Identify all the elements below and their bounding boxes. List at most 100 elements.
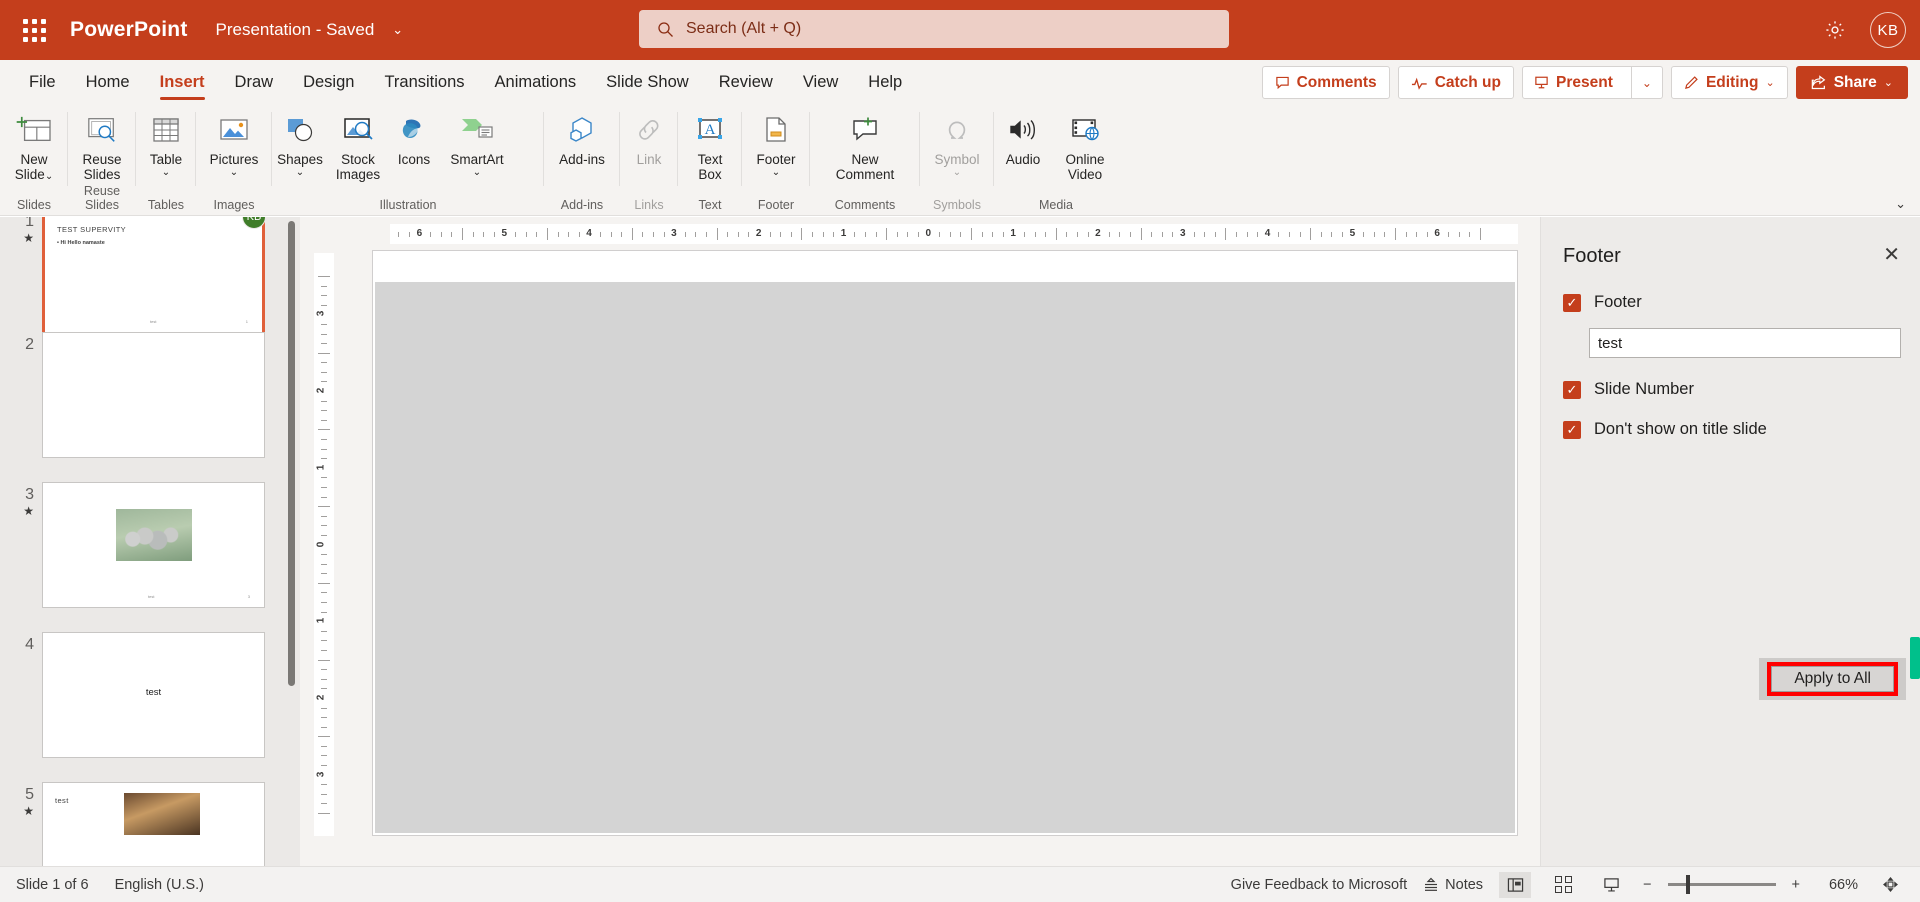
slide-canvas[interactable] [372, 250, 1518, 836]
document-title-chevron-down-icon[interactable]: ⌄ [392, 22, 403, 38]
share-button[interactable]: Share ⌄ [1795, 66, 1908, 99]
pictures-button[interactable]: Pictures ⌄ [196, 104, 272, 179]
dont-show-title-slide-checkbox-row[interactable]: ✓ Don't show on title slide [1563, 420, 1767, 439]
give-feedback-button[interactable]: Give Feedback to Microsoft [1231, 877, 1408, 893]
search-input[interactable]: Search (Alt + Q) [639, 10, 1229, 48]
slide-thumbnail-5[interactable]: test [42, 782, 265, 866]
slide-sorter-button[interactable] [1547, 872, 1579, 898]
ribbon-group-comments: New Comment Comments [810, 104, 920, 216]
ribbon-tab-strip: File Home Insert Draw Design Transitions… [0, 60, 1920, 104]
tab-view[interactable]: View [788, 60, 853, 104]
comments-label: Comments [1296, 73, 1377, 91]
tab-design[interactable]: Design [288, 60, 369, 104]
list-item[interactable]: 3 ★ test 3 [0, 482, 300, 608]
ruler-tick [409, 232, 411, 237]
normal-view-button[interactable] [1499, 871, 1532, 898]
dont-show-title-slide-checkbox[interactable]: ✓ [1563, 420, 1581, 439]
zoom-in-button[interactable]: + [1792, 877, 1800, 893]
audio-button[interactable]: Audio [994, 104, 1052, 167]
slide-content-surface[interactable] [375, 282, 1515, 833]
new-comment-button[interactable]: New Comment [810, 104, 920, 182]
slide-number-checkbox[interactable]: ✓ [1563, 380, 1581, 399]
thumbnail-scrollbar[interactable] [288, 221, 295, 686]
slide-thumbnail-2[interactable] [42, 332, 265, 458]
slide-number-checkbox-row[interactable]: ✓ Slide Number [1563, 380, 1694, 399]
share-chevron-down-icon[interactable]: ⌄ [1884, 76, 1893, 89]
gear-icon[interactable] [1820, 15, 1850, 45]
tab-home[interactable]: Home [71, 60, 145, 104]
zoom-level-label[interactable]: 66% [1816, 877, 1858, 893]
tab-review[interactable]: Review [704, 60, 788, 104]
ruler-tick [321, 496, 327, 498]
slide-thumbnail-3[interactable]: test 3 [42, 482, 265, 608]
symbol-button[interactable]: Symbol ⌄ [920, 104, 994, 179]
ruler-tick [321, 381, 327, 383]
tab-draw[interactable]: Draw [220, 60, 289, 104]
avatar[interactable]: KB [1870, 12, 1906, 48]
ruler-tick [318, 736, 330, 738]
ruler-tick [321, 448, 327, 450]
reuse-slides-button[interactable]: Reuse Slides [68, 104, 136, 182]
apply-to-all-button[interactable]: Apply to All [1771, 666, 1894, 692]
present-chevron-down-icon[interactable]: ⌄ [1630, 67, 1662, 98]
footer-button[interactable]: Footer ⌄ [742, 104, 810, 179]
zoom-slider-thumb[interactable] [1685, 875, 1690, 894]
comments-button[interactable]: Comments [1261, 66, 1390, 99]
pencil-icon [1684, 76, 1698, 89]
tab-slide-show[interactable]: Slide Show [591, 60, 704, 104]
footer-text-input[interactable] [1589, 328, 1901, 358]
slide-count-label[interactable]: Slide 1 of 6 [16, 877, 89, 893]
list-item[interactable]: 1 ★ TEST SUPERVITY • Hi Hello namaste te… [0, 217, 300, 335]
list-item[interactable]: 4 test [0, 632, 300, 758]
app-launcher-icon[interactable] [10, 18, 58, 42]
new-slide-button[interactable]: New Slide⌄ [0, 104, 68, 184]
stock-images-button[interactable]: Stock Images [328, 104, 388, 182]
tab-insert[interactable]: Insert [145, 60, 220, 104]
ruler-tick [748, 232, 750, 237]
pane-scroll-indicator[interactable] [1910, 637, 1920, 679]
text-box-button[interactable]: A Text Box [678, 104, 742, 182]
slide-editor-area: 6 5 4 3 2 1 0 1 2 3 4 5 6 3 2 1 0 1 2 3 [300, 217, 1540, 866]
tab-transitions[interactable]: Transitions [369, 60, 479, 104]
link-button[interactable]: Link [620, 104, 678, 167]
icons-button[interactable]: Icons [388, 104, 440, 167]
thumbnail-meta: 2 [0, 332, 42, 458]
list-item[interactable]: 2 [0, 332, 300, 458]
notes-button[interactable]: Notes [1423, 877, 1483, 893]
close-icon[interactable]: ✕ [1883, 245, 1900, 265]
ribbon-group-illustration: Shapes ⌄ Stock Images Icons SmartArt ⌄ I… [272, 104, 544, 216]
collapse-ribbon-chevron-down-icon[interactable]: ⌄ [1895, 196, 1906, 212]
tab-file[interactable]: File [14, 60, 71, 104]
shapes-button[interactable]: Shapes ⌄ [272, 104, 328, 179]
thumb-footer-text: test [150, 319, 157, 324]
ruler-tick [1055, 228, 1057, 240]
footer-checkbox-row[interactable]: ✓ Footer [1563, 293, 1642, 312]
ruler-tick [321, 630, 327, 632]
present-button-group[interactable]: Present ⌄ [1522, 66, 1663, 99]
online-video-button[interactable]: Online Video [1052, 104, 1118, 182]
ruler-tick [716, 228, 718, 240]
zoom-slider[interactable] [1667, 875, 1776, 894]
add-ins-button[interactable]: Add-ins [544, 104, 620, 167]
reading-view-icon [1603, 877, 1619, 892]
editing-chevron-down-icon[interactable]: ⌄ [1765, 76, 1774, 89]
footer-checkbox[interactable]: ✓ [1563, 293, 1581, 312]
editing-button[interactable]: Editing ⌄ [1670, 66, 1788, 99]
ribbon-toolbar: New Slide⌄ Slides Reuse Slides Reuse Sli… [0, 104, 1920, 216]
zoom-out-button[interactable]: − [1643, 877, 1651, 893]
slide-thumbnail-4[interactable]: test [42, 632, 265, 758]
smartart-button[interactable]: SmartArt ⌄ [440, 104, 514, 179]
tab-help[interactable]: Help [853, 60, 917, 104]
ruler-tick [321, 803, 327, 805]
ruler-tick [493, 232, 495, 237]
slide-thumbnail-1[interactable]: TEST SUPERVITY • Hi Hello namaste test 1 [42, 217, 265, 335]
tab-animations[interactable]: Animations [480, 60, 592, 104]
ruler-tick-label: 2 [315, 694, 327, 701]
catch-up-button[interactable]: Catch up [1397, 66, 1514, 99]
table-button[interactable]: Table ⌄ [136, 104, 196, 179]
present-button[interactable]: Present [1523, 67, 1624, 98]
reading-view-button[interactable] [1595, 872, 1627, 898]
list-item[interactable]: 5 ★ test [0, 782, 300, 866]
language-label[interactable]: English (U.S.) [115, 877, 204, 893]
fit-to-window-button[interactable] [1874, 872, 1906, 898]
